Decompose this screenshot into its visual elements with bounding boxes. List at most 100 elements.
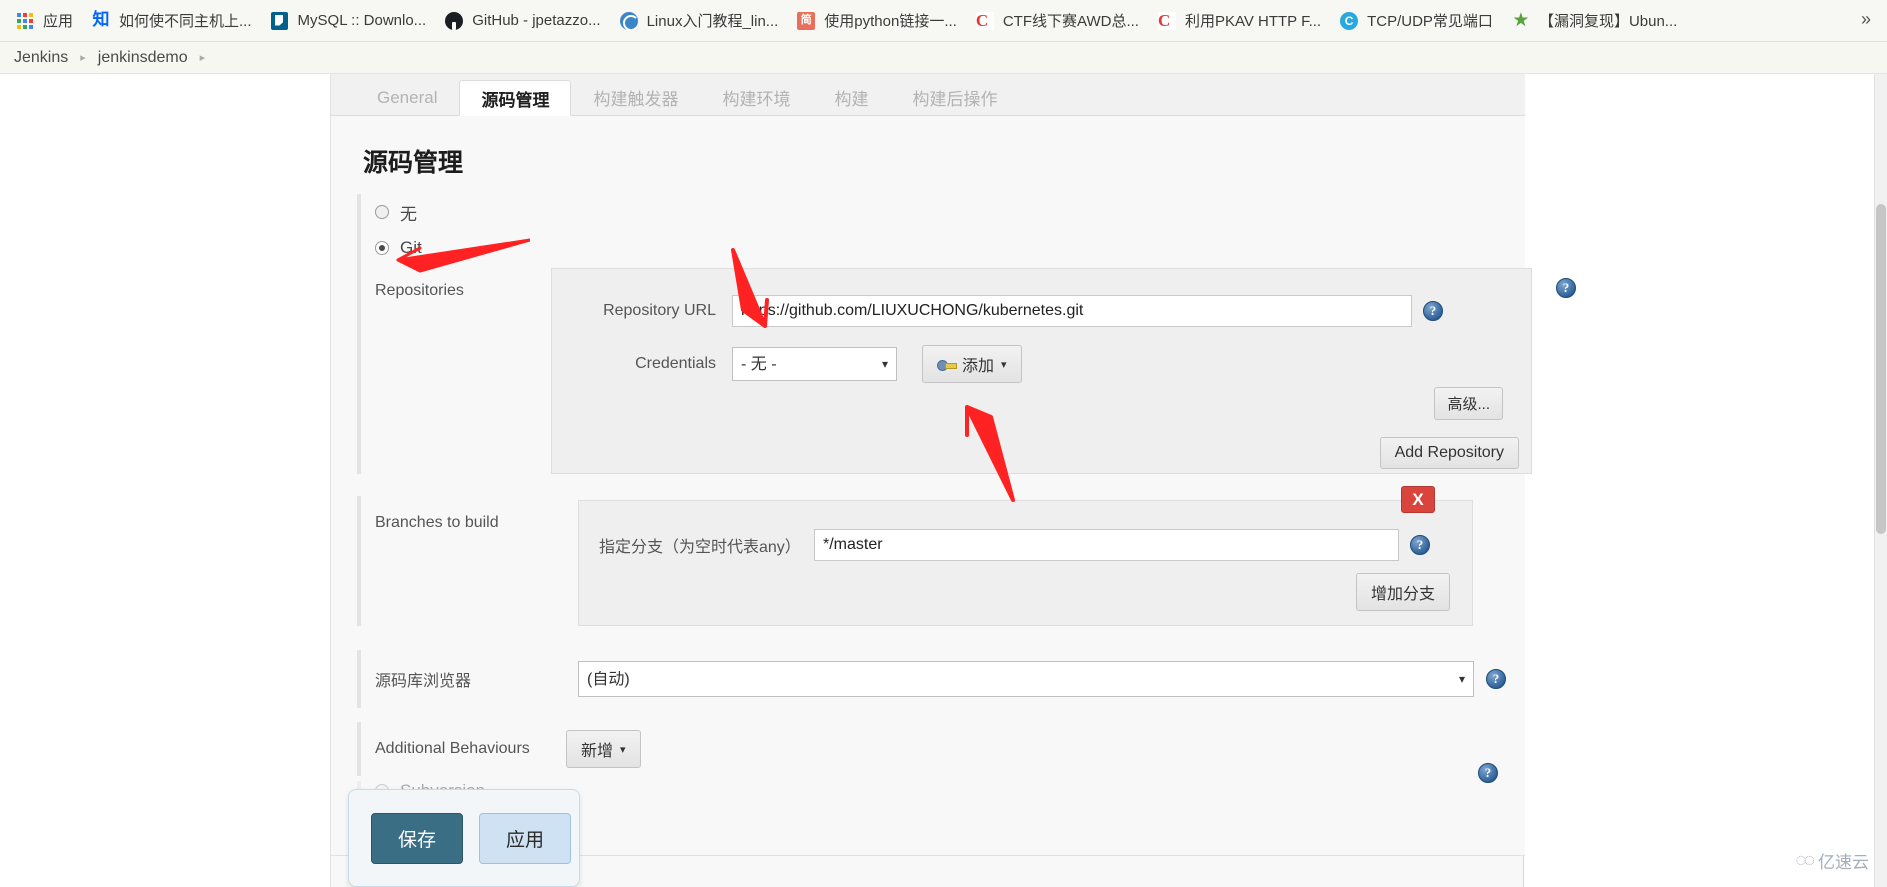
left-margin [0, 74, 330, 887]
branches-body: X 指定分支（为空时代表any） ? 增加分支 [551, 486, 1532, 626]
git-config-box: Repositories Repository URL ? Credential… [357, 264, 1576, 776]
scrollbar-thumb[interactable] [1876, 204, 1886, 534]
repositories-body: Repository URL ? Credentials - 无 - [551, 264, 1576, 474]
repository-browser-label: 源码库浏览器 [375, 673, 472, 690]
config-tabbar: General 源码管理 构建触发器 构建环境 构建 构建后操作 [331, 74, 1525, 116]
right-margin [1524, 74, 1887, 887]
add-behaviour-label: 新增 [581, 743, 614, 760]
help-icon[interactable]: ? [1410, 535, 1430, 555]
credentials-select[interactable]: - 无 - [732, 347, 897, 381]
tab-general[interactable]: General [355, 79, 459, 115]
branch-spec-label: 指定分支（为空时代表any） [599, 539, 801, 556]
key-icon [937, 358, 957, 371]
branch-spec-input[interactable] [814, 529, 1399, 561]
credentials-row: Credentials - 无 - 添加 [572, 345, 1511, 383]
advanced-button[interactable]: 高级... [1434, 387, 1503, 420]
csdn-icon: C [975, 11, 995, 31]
repository-url-label: Repository URL [603, 302, 716, 319]
radio-none[interactable] [375, 205, 389, 219]
repository-browser-select-wrap: (自动) [578, 661, 1474, 697]
breadcrumb-item-jenkins[interactable]: Jenkins [6, 49, 76, 67]
additional-behaviours-row: Additional Behaviours 新增 ▾ [357, 722, 1532, 776]
bookmark-github[interactable]: GitHub - jpetazzo... [435, 6, 609, 36]
tab-build-triggers[interactable]: 构建触发器 [571, 79, 700, 115]
tab-post-build-actions[interactable]: 构建后操作 [890, 79, 1019, 115]
tab-build-environment[interactable]: 构建环境 [700, 79, 812, 115]
bookmark-label: 应用 [43, 13, 74, 30]
scm-option-label: 无 [400, 204, 417, 224]
branch-entry: X 指定分支（为空时代表any） ? 增加分支 [578, 486, 1473, 626]
repository-url-row: Repository URL ? [572, 295, 1511, 327]
bookmark-label: 【漏洞复现】Ubun... [1538, 13, 1678, 30]
bookmark-zhihu[interactable]: 知 如何使不同主机上... [82, 6, 261, 36]
help-icon[interactable]: ? [1556, 278, 1576, 298]
watermark: ◌◌ 亿速云 [1795, 848, 1869, 873]
delete-branch-button[interactable]: X [1401, 486, 1435, 513]
repository-url-input[interactable] [732, 295, 1412, 327]
additional-behaviours-body: 新增 ▾ [566, 730, 1532, 768]
scm-option-git[interactable]: Git [375, 230, 1497, 266]
bookmark-jianshu[interactable]: 简 使用python链接一... [787, 6, 966, 36]
apply-button[interactable]: 应用 [479, 812, 572, 864]
form-action-bar: 保存 应用 [348, 789, 580, 887]
add-repository-button[interactable]: Add Repository [1379, 437, 1519, 469]
csdn-icon: C [1157, 11, 1177, 31]
help-icon[interactable]: ? [1486, 669, 1506, 689]
page-stage: General 源码管理 构建触发器 构建环境 构建 构建后操作 源码管理 无 [0, 74, 1887, 887]
bookmark-label: GitHub - jpetazzo... [472, 12, 601, 29]
page-scrollbar[interactable] [1874, 74, 1887, 887]
tab-source-code-management[interactable]: 源码管理 [459, 80, 572, 116]
bookmarks-overflow-icon[interactable]: » [1855, 9, 1877, 30]
bookmark-label: 如何使不同主机上... [119, 13, 252, 30]
chevron-down-icon: ▾ [1001, 358, 1007, 371]
tcp-icon: C [1339, 11, 1359, 31]
scm-radio-group: 无 Git [357, 194, 1497, 266]
save-button[interactable]: 保存 [371, 812, 464, 864]
add-credentials-label: 添加 [962, 358, 995, 375]
help-icon[interactable]: ? [1423, 301, 1443, 321]
github-icon [444, 11, 464, 31]
branches-label: Branches to build [375, 514, 499, 531]
bookmark-ubuntu-vuln[interactable]: ★ 【漏洞复现】Ubun... [1502, 6, 1686, 36]
add-branch-button[interactable]: 增加分支 [1355, 573, 1450, 611]
breadcrumb-separator-icon: ▸ [199, 52, 206, 64]
bookmark-tcp-udp[interactable]: C TCP/UDP常见端口 [1330, 6, 1502, 36]
bookmark-csdn-awd[interactable]: C CTF线下赛AWD总... [966, 6, 1148, 36]
bookmark-label: MySQL :: Downlo... [297, 12, 427, 29]
add-credentials-button[interactable]: 添加 ▾ [922, 345, 1022, 383]
additional-behaviours-label: Additional Behaviours [375, 740, 530, 757]
bookmark-mysql[interactable]: MySQL :: Downlo... [261, 6, 436, 36]
repositories-label: Repositories [375, 282, 464, 299]
breadcrumb-item-jenkinsdemo[interactable]: jenkinsdemo [90, 49, 196, 67]
add-behaviour-button[interactable]: 新增 ▾ [566, 730, 641, 768]
branches-row: Branches to build X 指定分支（为空时代表any） ? 增加分… [357, 486, 1532, 626]
repository-browser-row: 源码库浏览器 (自动) ? [357, 650, 1532, 708]
tab-build[interactable]: 构建 [812, 79, 890, 115]
browser-bookmarks-bar: 应用 知 如何使不同主机上... MySQL :: Downlo... GitH… [0, 0, 1887, 42]
apps-grid-icon [15, 11, 35, 31]
bookmark-label: Linux入门教程_lin... [646, 13, 779, 30]
repository-entry: Repository URL ? Credentials - 无 - [551, 268, 1532, 474]
repository-browser-select[interactable]: (自动) [578, 661, 1474, 697]
source-code-management-panel: 源码管理 无 Git Repositories Repository URL h… [331, 116, 1576, 856]
radio-git[interactable] [375, 241, 389, 255]
breadcrumb: Jenkins ▸ jenkinsdemo ▸ [0, 42, 1887, 74]
page-title: 源码管理 [363, 149, 464, 177]
repositories-row: Repositories Repository URL ? Credential… [357, 264, 1576, 474]
bookmark-apps[interactable]: 应用 [6, 6, 82, 36]
cloud-icon: ◌◌ [1795, 849, 1815, 871]
screenshot-root: 应用 知 如何使不同主机上... MySQL :: Downlo... GitH… [0, 0, 1887, 887]
bookmark-label: 使用python链接一... [824, 13, 957, 30]
star-icon: ★ [1512, 10, 1530, 31]
help-icon[interactable]: ? [1478, 763, 1498, 783]
scm-option-none[interactable]: 无 [375, 194, 1497, 230]
credentials-label: Credentials [635, 355, 716, 372]
bookmark-linux[interactable]: Linux入门教程_lin... [610, 6, 788, 36]
bookmark-csdn-pkav[interactable]: C 利用PKAV HTTP F... [1148, 6, 1330, 36]
linux-icon [619, 11, 639, 31]
scm-option-label: Git [400, 238, 422, 257]
jianshu-icon: 简 [796, 11, 816, 31]
config-content-column: General 源码管理 构建触发器 构建环境 构建 构建后操作 源码管理 无 [330, 74, 1576, 887]
repository-browser-body: (自动) ? [551, 661, 1532, 697]
mysql-icon [270, 11, 290, 31]
